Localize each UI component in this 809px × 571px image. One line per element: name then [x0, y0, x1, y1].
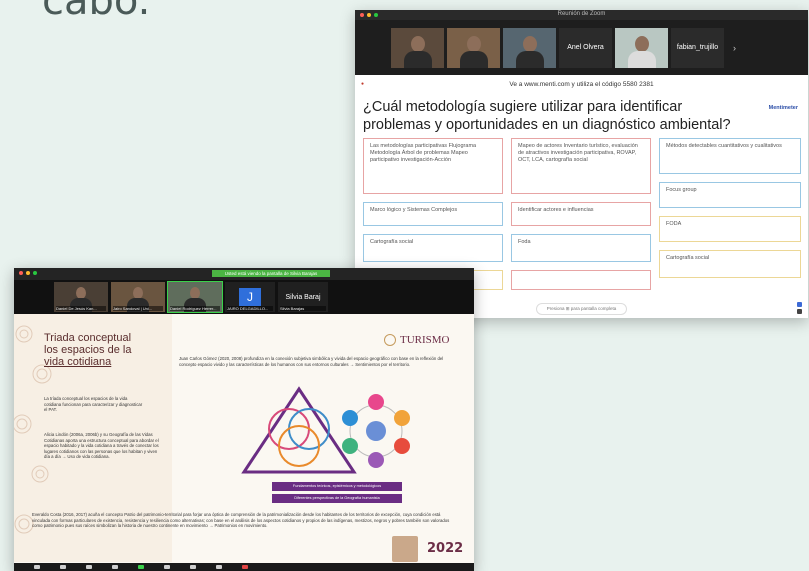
turismo-emblem-icon [384, 334, 396, 346]
slide-label-box: Fundamentos teóricos, epistémicos y meto… [272, 482, 402, 491]
turismo-logo: TURISMO [384, 334, 450, 346]
participant-name: Daniel Rodríguez Herrer... [170, 306, 220, 311]
poll-answer: Métodos detectables cuantitativos y cual… [659, 138, 801, 174]
maximize-window-button[interactable] [33, 271, 37, 275]
mute-icon[interactable] [34, 565, 40, 569]
poll-answer: FODA [659, 216, 801, 242]
window-titlebar: Usted está viendo la pantalla de Silvia … [14, 268, 474, 280]
participant-video[interactable] [503, 27, 556, 68]
slide-label-box: Diferentes perspectivas de la Geografía … [272, 494, 402, 503]
slide-year: 2022 [427, 541, 464, 556]
presenter-photo [392, 536, 418, 562]
menti-join-bar: ● Ve a www.menti.com y utiliza el código… [355, 75, 808, 93]
apps-icon[interactable] [216, 565, 222, 569]
record-icon[interactable] [164, 565, 170, 569]
poll-question: ¿Cuál metodología sugiere utilizar para … [363, 99, 731, 133]
poll-answer: Cartografía social [659, 250, 801, 278]
slide-zoom-window: Usted está viendo la pantalla de Silvia … [14, 268, 474, 571]
participant-video[interactable] [391, 27, 444, 68]
participant-name-tile[interactable]: Anel Olvera [559, 27, 612, 68]
slide-paragraph: Alicia Lindón (2006a, 2006b) y su Geogra… [44, 432, 159, 459]
poll-answer: Mapeo de actores Inventario turístico, e… [511, 138, 651, 194]
screen-share-banner[interactable]: Usted está viendo la pantalla de Silvia … [212, 270, 330, 277]
avatar: J [239, 288, 261, 306]
cycle-diagram [342, 394, 410, 468]
poll-answer: Cartografía social [363, 234, 503, 262]
video-icon[interactable] [60, 565, 66, 569]
join-instructions: Ve a www.menti.com y utiliza el código 5… [509, 80, 654, 88]
slide-intro-text: Juan Carlos Gómez (2020, 2008) profundiz… [179, 356, 444, 367]
page-heading: cabo. [42, 0, 151, 24]
participant-video[interactable] [615, 27, 668, 68]
mentimeter-logo: Mentimeter [768, 105, 798, 111]
slide-bottom-paragraph: Everaldo Costa (2016, 2017) acuña el con… [32, 512, 450, 528]
window-titlebar: Reunión de Zoom [355, 10, 808, 20]
participant-name: Jairo Sandoval | Uni... [113, 306, 163, 311]
reactions-icon[interactable] [190, 565, 196, 569]
close-window-button[interactable] [19, 271, 23, 275]
slide-title: Triada conceptual los espacios de la vid… [44, 332, 132, 368]
shared-slide: Triada conceptual los espacios de la vid… [14, 314, 474, 564]
participant-video[interactable]: Jairo Sandoval | Uni... [111, 282, 165, 312]
poll-answer [511, 270, 651, 290]
zoom-toolbar [14, 563, 474, 571]
slide-paragraph: La tríada conceptual los espacios de la … [44, 396, 143, 412]
minimize-window-button[interactable] [26, 271, 30, 275]
leave-meeting-button[interactable] [242, 565, 248, 569]
participant-name-tile[interactable]: Silvia Baraj Silvia Barajas [278, 282, 328, 312]
poll-answer: Foda [511, 234, 651, 262]
participant-name-tile[interactable]: fabian_trujillo [671, 27, 724, 68]
poll-answer: Identificar actores e influencias [511, 202, 651, 226]
share-screen-icon[interactable] [138, 565, 144, 569]
fullscreen-hint[interactable]: Presiona ⊞ para pantalla completa [535, 302, 628, 315]
participant-subname: Silvia Barajas [280, 306, 326, 311]
poll-answer: Las metodologías participativas Flujogra… [363, 138, 503, 194]
participant-video-active[interactable]: Daniel Rodríguez Herrer... [167, 281, 223, 313]
chevron-right-icon[interactable]: › [733, 43, 736, 53]
participant-name: JAIRO DELGADILLO... [227, 306, 273, 311]
poll-answer: Focus group [659, 182, 801, 208]
participant-video[interactable] [447, 27, 500, 68]
window-title: Reunión de Zoom [557, 11, 606, 17]
participant-strip: Daniel De Jesús Kan... Jairo Sandoval | … [14, 280, 474, 314]
participants-icon[interactable] [86, 565, 92, 569]
participant-avatar-tile[interactable]: J JAIRO DELGADILLO... [225, 282, 275, 312]
poll-answer: Marco lógico y Sistemas Complejos [363, 202, 503, 226]
participant-name: Silvia Baraj [285, 293, 321, 301]
side-controls [797, 302, 802, 314]
participant-strip: Anel Olvera fabian_trujillo › [355, 20, 808, 75]
info-icon[interactable] [797, 309, 802, 314]
participant-name: Daniel De Jesús Kan... [56, 306, 106, 311]
participant-video[interactable]: Daniel De Jesús Kan... [54, 282, 108, 312]
settings-icon[interactable] [797, 302, 802, 307]
chat-icon[interactable] [112, 565, 118, 569]
